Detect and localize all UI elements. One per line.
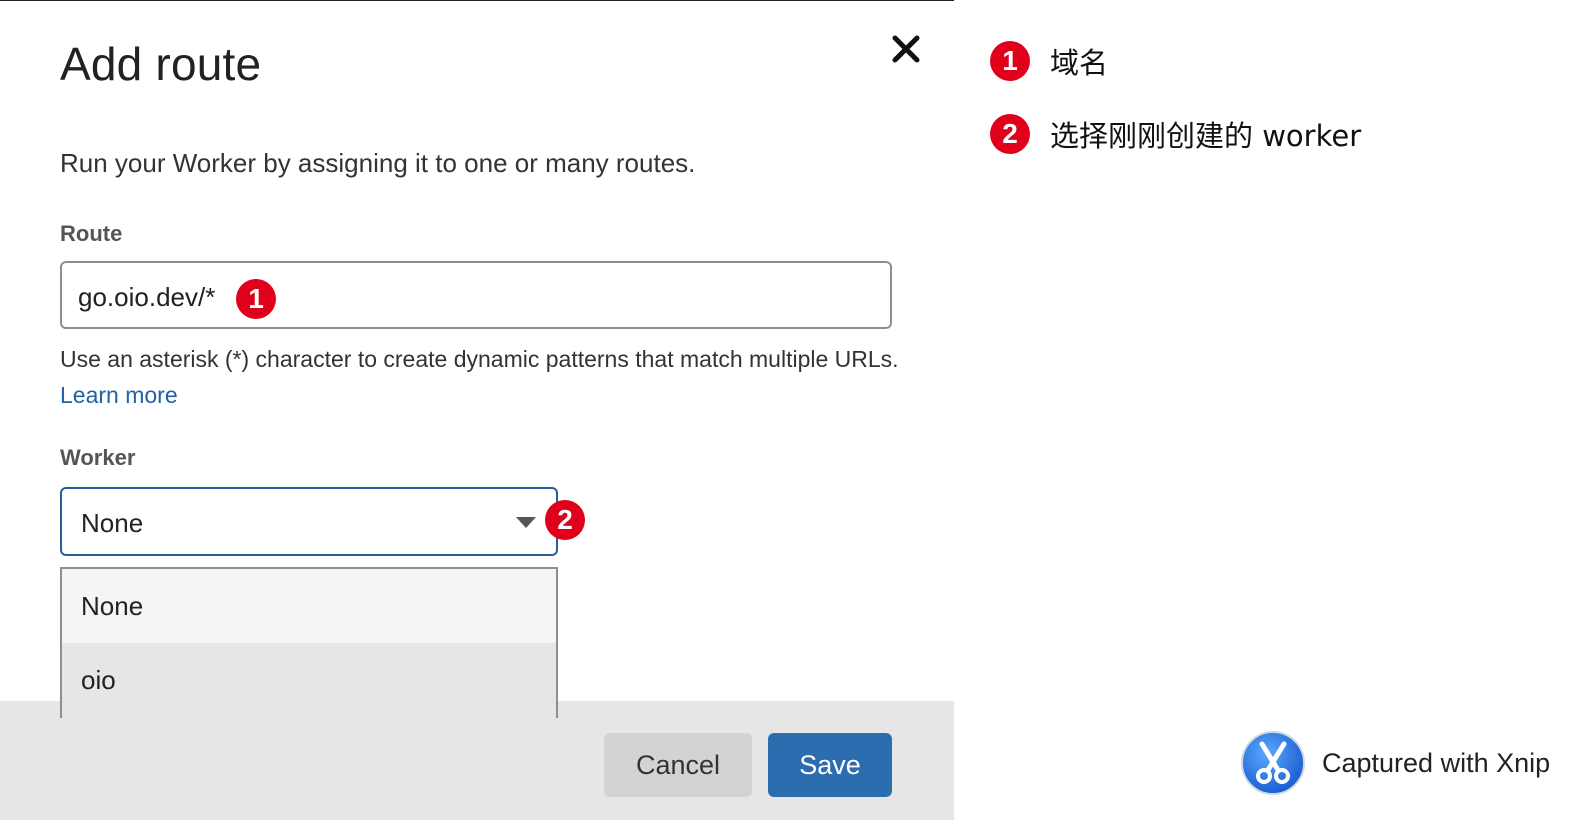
route-help-description: Use an asterisk (*) character to create … [60,346,899,372]
legend-marker-1: 1 [990,41,1030,81]
dropdown-option-oio[interactable]: oio [62,643,556,718]
legend-marker-2: 2 [990,114,1030,154]
learn-more-link[interactable]: Learn more [60,382,178,408]
close-button[interactable] [886,29,926,69]
close-icon [892,35,920,63]
worker-select[interactable]: None [60,487,558,556]
route-input-value: go.oio.dev/* [78,282,216,312]
dialog-description: Run your Worker by assigning it to one o… [60,148,696,178]
xnip-watermark-text: Captured with Xnip [1322,748,1551,778]
cancel-button[interactable]: Cancel [604,733,752,797]
annotation-marker-2: 2 [545,500,585,540]
dialog-title: Add route [60,38,262,90]
legend-text-2: 选择刚刚创建的 worker [1050,119,1362,153]
annotation-marker-1: 1 [236,279,276,319]
route-help-text: Use an asterisk (*) character to create … [60,341,900,413]
worker-select-value: None [81,508,144,538]
dropdown-option-none[interactable]: None [62,569,556,643]
worker-dropdown: None oio [60,567,558,718]
route-input[interactable]: go.oio.dev/* [60,261,892,329]
add-route-dialog: Add route Run your Worker by assigning i… [0,0,954,820]
legend-text-1: 域名 [1050,46,1109,80]
worker-label: Worker [60,445,136,470]
save-button[interactable]: Save [768,733,892,797]
route-label: Route [60,221,123,246]
chevron-down-icon [516,517,536,528]
xnip-scissors-icon [1240,730,1306,796]
